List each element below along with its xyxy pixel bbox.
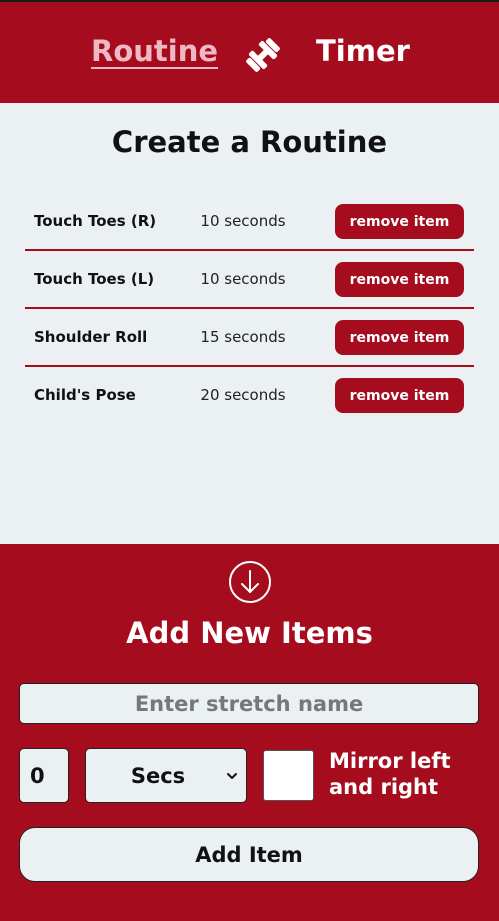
item-name: Child's Pose [34,386,136,404]
selected-unit: Secs [130,763,186,788]
duration-amount-input[interactable] [19,748,69,803]
routine-list: Touch Toes (R) 10 seconds remove item To… [25,193,474,425]
item-duration: 10 seconds [200,270,286,288]
item-name: Touch Toes (R) [34,212,157,230]
page-title: Create a Routine [111,125,388,159]
chevron-down-icon [227,772,237,779]
list-item: Shoulder Roll 15 seconds remove item [25,309,474,367]
item-duration: 20 seconds [200,386,286,404]
arrow-down-circle-icon [229,561,271,603]
item-duration: 15 seconds [200,328,286,346]
remove-item-button[interactable]: remove item [335,204,464,239]
dumbbell-icon [246,38,280,72]
list-item: Touch Toes (L) 10 seconds remove item [25,251,474,309]
add-item-button[interactable]: Add Item [19,827,479,882]
list-item: Touch Toes (R) 10 seconds remove item [25,193,474,251]
item-name: Shoulder Roll [34,328,148,346]
mirror-checkbox[interactable] [263,750,314,801]
list-item: Child's Pose 20 seconds remove item [25,367,474,425]
duration-unit-select[interactable]: Secs [85,748,247,803]
item-duration: 10 seconds [200,212,286,230]
nav-routine-link[interactable]: Routine [91,34,218,68]
item-name: Touch Toes (L) [34,270,155,288]
app-page: Routine Timer Create a Routine Touch Toe… [0,0,499,921]
mirror-label: Mirror left and right [329,749,451,799]
add-items-panel: Add New Items Secs Mirror left and right… [0,544,499,921]
remove-item-button[interactable]: remove item [335,262,464,297]
remove-item-button[interactable]: remove item [335,378,464,413]
remove-item-button[interactable]: remove item [335,320,464,355]
routine-panel: Create a Routine Touch Toes (R) 10 secon… [0,103,499,544]
nav-timer-link[interactable]: Timer [316,34,410,68]
add-items-title: Add New Items [126,616,373,650]
header: Routine Timer [0,0,499,103]
stretch-name-input[interactable] [19,683,479,724]
